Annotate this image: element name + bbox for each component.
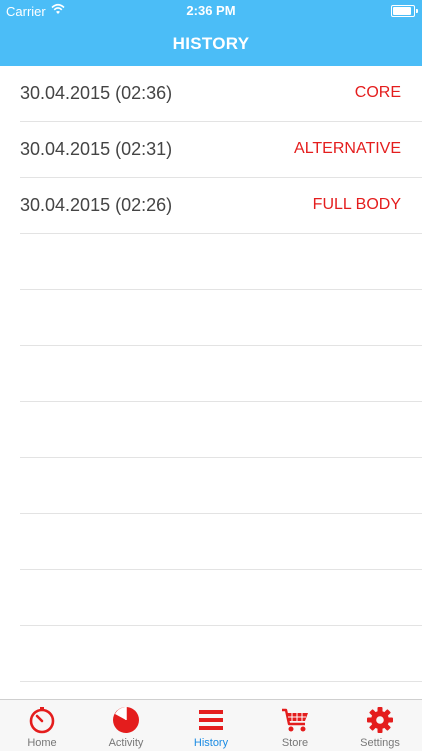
tab-settings[interactable]: Settings [338,700,422,751]
tab-store[interactable]: Store [253,700,337,751]
empty-row [20,570,422,626]
history-date: 30.04.2015 (02:26) [20,195,173,215]
cart-icon [282,708,308,732]
history-date: 30.04.2015 (02:31) [20,139,173,159]
empty-row [20,402,422,458]
pie-chart-icon [113,707,139,733]
history-workout: CORE [354,84,401,101]
history-date: 30.04.2015 (02:36) [20,83,173,103]
list-icon [199,710,223,730]
empty-row [20,346,422,402]
history-row[interactable]: 30.04.2015 (02:36) CORE [20,66,422,122]
tab-label: Activity [108,737,144,749]
tab-label: Home [27,737,57,749]
history-row[interactable]: 30.04.2015 (02:26) FULL BODY [20,178,422,234]
empty-row [20,458,422,514]
history-workout: FULL BODY [312,196,401,213]
page-title: HISTORY [172,34,250,53]
tab-history[interactable]: History [169,700,253,751]
tab-bar: Home Activity History Store Settings [0,699,422,751]
navigation-bar: Carrier 2:36 PM HISTORY [0,0,422,66]
empty-row [20,234,422,290]
empty-row [20,514,422,570]
tab-label: Store [281,737,309,749]
history-workout: ALTERNATIVE [294,140,401,157]
clock: 2:36 PM [186,3,236,18]
tab-label: History [193,737,229,749]
empty-row [20,290,422,346]
stopwatch-icon [29,707,55,734]
battery-icon [391,5,418,17]
tab-label: Settings [360,737,400,749]
tab-activity[interactable]: Activity [84,700,168,751]
gear-icon [367,707,393,733]
history-row[interactable]: 30.04.2015 (02:31) ALTERNATIVE [20,122,422,178]
tab-home[interactable]: Home [0,700,84,751]
empty-row [20,626,422,682]
history-list: 30.04.2015 (02:36) CORE 30.04.2015 (02:3… [0,66,422,682]
status-bar: Carrier 2:36 PM [0,0,422,22]
